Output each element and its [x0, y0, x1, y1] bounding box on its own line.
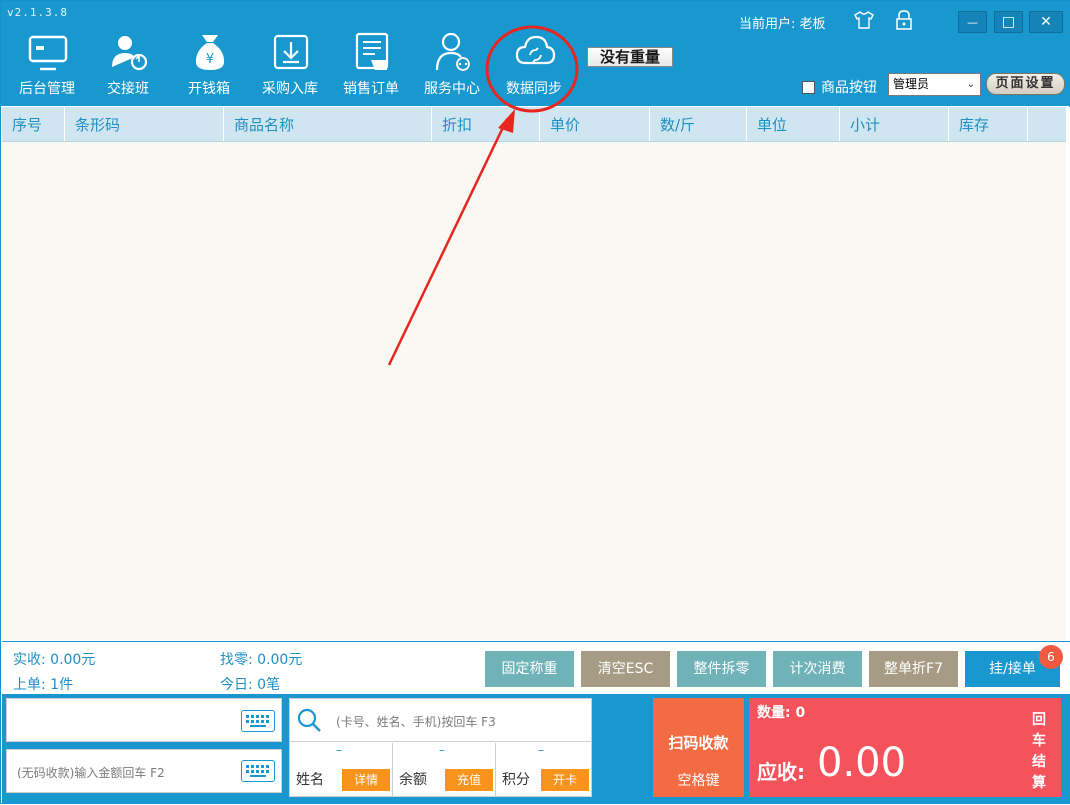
member-search-input[interactable]: (卡号、姓名、手机)按回车 F3 — [290, 699, 591, 742]
amount-input-placeholder: (无码收款)输入金额回车 F2 — [17, 766, 165, 780]
nav-label: 交接班 — [107, 81, 149, 97]
nav-open-cashbox[interactable]: ¥ 开钱箱 — [169, 31, 249, 101]
column-header[interactable]: 小计 — [840, 107, 949, 141]
column-header[interactable]: 数/斤 — [650, 107, 747, 141]
search-icon[interactable] — [296, 707, 322, 737]
nav-purchase-stockin[interactable]: 采购入库 — [250, 31, 330, 101]
nav-label: 服务中心 — [424, 81, 480, 97]
nav-label: 数据同步 — [506, 81, 562, 97]
amount-due-label: 应收: — [757, 760, 805, 784]
scan-pay-label: 扫码收款 — [668, 734, 729, 752]
scan-pay-button[interactable]: 扫码收款 空格键 — [653, 698, 744, 797]
nav-label: 采购入库 — [262, 81, 318, 97]
page-settings-button[interactable]: 页面设置 — [986, 73, 1065, 95]
scrollbar-track[interactable] — [1066, 107, 1070, 641]
member-open-card-button[interactable]: 开卡 — [541, 769, 589, 791]
cloud-sync-icon — [514, 31, 556, 73]
column-header[interactable]: 库存 — [949, 107, 1028, 141]
enter-settle-label: 回车结算 — [1032, 712, 1046, 791]
nav-shift-handover[interactable]: 交接班 — [88, 31, 168, 101]
member-name-value: – — [336, 743, 342, 757]
member-panel: (卡号、姓名、手机)按回车 F3 – 姓名 详情 – 余额 充值 – 积分 开卡 — [289, 698, 592, 797]
nav-backend-management[interactable]: 后台管理 — [7, 31, 87, 101]
member-name-label: 姓名 — [296, 772, 324, 788]
product-button-checkbox[interactable] — [802, 80, 815, 94]
column-header[interactable]: 商品名称 — [224, 107, 432, 141]
top-toolbar: v2.1.3.8 当前用户: 老板 — □ ✕ 后台管理 交接班 ¥ 开钱箱 采… — [1, 1, 1070, 106]
nav-label: 后台管理 — [19, 81, 75, 97]
item-table-body[interactable] — [2, 142, 1066, 640]
maximize-icon: □ — [1001, 14, 1016, 30]
count-consume-button[interactable]: 计次消费 — [773, 651, 862, 687]
received-amount: 实收: 0.00元 — [13, 652, 96, 668]
pending-orders-badge: 6 — [1039, 645, 1063, 669]
svg-text:¥: ¥ — [206, 52, 214, 67]
member-points-field: – 积分 开卡 — [496, 743, 591, 796]
keyboard-icon[interactable] — [241, 760, 275, 782]
member-search-placeholder: (卡号、姓名、手机)按回车 F3 — [336, 715, 496, 729]
nav-data-sync[interactable]: 数据同步 — [494, 31, 574, 101]
nav-label: 开钱箱 — [188, 81, 230, 97]
column-header[interactable]: 条形码 — [65, 107, 224, 141]
order-discount-button[interactable]: 整单折F7 — [869, 651, 958, 687]
amount-due-value: 0.00 — [817, 740, 907, 786]
maximize-button[interactable]: □ — [994, 11, 1023, 33]
member-name-field: – 姓名 详情 — [290, 743, 393, 796]
shirt-icon[interactable] — [853, 10, 875, 34]
clear-esc-button[interactable]: 清空ESC — [581, 651, 670, 687]
close-button[interactable]: ✕ — [1029, 11, 1063, 33]
product-button-toggle[interactable]: 商品按钮 — [802, 77, 877, 97]
order-doc-icon — [351, 31, 391, 73]
column-header[interactable]: 单位 — [747, 107, 840, 141]
role-select-value: 管理员 — [893, 77, 930, 91]
column-header[interactable]: 单价 — [540, 107, 650, 141]
user-sync-icon — [108, 31, 148, 73]
member-balance-field: – 余额 充值 — [393, 743, 496, 796]
download-box-icon — [270, 31, 310, 73]
change-amount: 找零: 0.00元 — [220, 652, 303, 668]
minimize-icon: — — [967, 15, 978, 29]
table-header: 序号 条形码 商品名称 折扣 单价 数/斤 单位 小计 库存 — [2, 107, 1066, 142]
close-icon: ✕ — [1040, 14, 1052, 30]
lock-icon[interactable] — [894, 9, 914, 35]
current-user-label: 当前用户: 老板 — [739, 17, 826, 32]
monitor-icon — [27, 31, 68, 73]
today-order-count: 今日: 0笔 — [220, 677, 281, 693]
member-points-label: 积分 — [502, 772, 530, 788]
fixed-weigh-button[interactable]: 固定称重 — [485, 651, 574, 687]
keyboard-icon[interactable] — [241, 710, 275, 732]
support-user-icon — [432, 31, 472, 73]
checkout-panel[interactable]: 数量: 0 应收: 0.00 回车结算 — [749, 698, 1061, 797]
split-package-button[interactable]: 整件拆零 — [677, 651, 766, 687]
scale-status: 没有重量 — [587, 47, 673, 67]
member-balance-label: 余额 — [399, 772, 427, 788]
money-bag-icon: ¥ — [189, 31, 229, 73]
role-select[interactable]: 管理员 ⌄ — [888, 73, 981, 96]
minimize-button[interactable]: — — [958, 11, 987, 33]
nav-sales-order[interactable]: 销售订单 — [331, 31, 411, 101]
amount-input[interactable]: (无码收款)输入金额回车 F2 — [6, 749, 282, 793]
member-detail-button[interactable]: 详情 — [342, 769, 390, 791]
scan-pay-key: 空格键 — [677, 773, 720, 789]
version-label: v2.1.3.8 — [7, 6, 68, 19]
member-points-value: – — [538, 743, 544, 757]
pos-window: v2.1.3.8 当前用户: 老板 — □ ✕ 后台管理 交接班 ¥ 开钱箱 采… — [0, 0, 1070, 804]
quantity-label: 数量: 0 — [757, 705, 806, 721]
column-header[interactable]: 序号 — [2, 107, 65, 141]
column-header[interactable]: 折扣 — [432, 107, 540, 141]
nav-service-center[interactable]: 服务中心 — [412, 31, 492, 101]
product-button-label: 商品按钮 — [821, 80, 877, 96]
barcode-scan-input[interactable] — [6, 698, 282, 742]
last-order-count: 上单: 1件 — [13, 677, 74, 693]
member-balance-value: – — [439, 743, 445, 757]
chevron-down-icon: ⌄ — [966, 79, 975, 90]
nav-label: 销售订单 — [343, 81, 399, 97]
member-recharge-button[interactable]: 充值 — [445, 769, 493, 791]
